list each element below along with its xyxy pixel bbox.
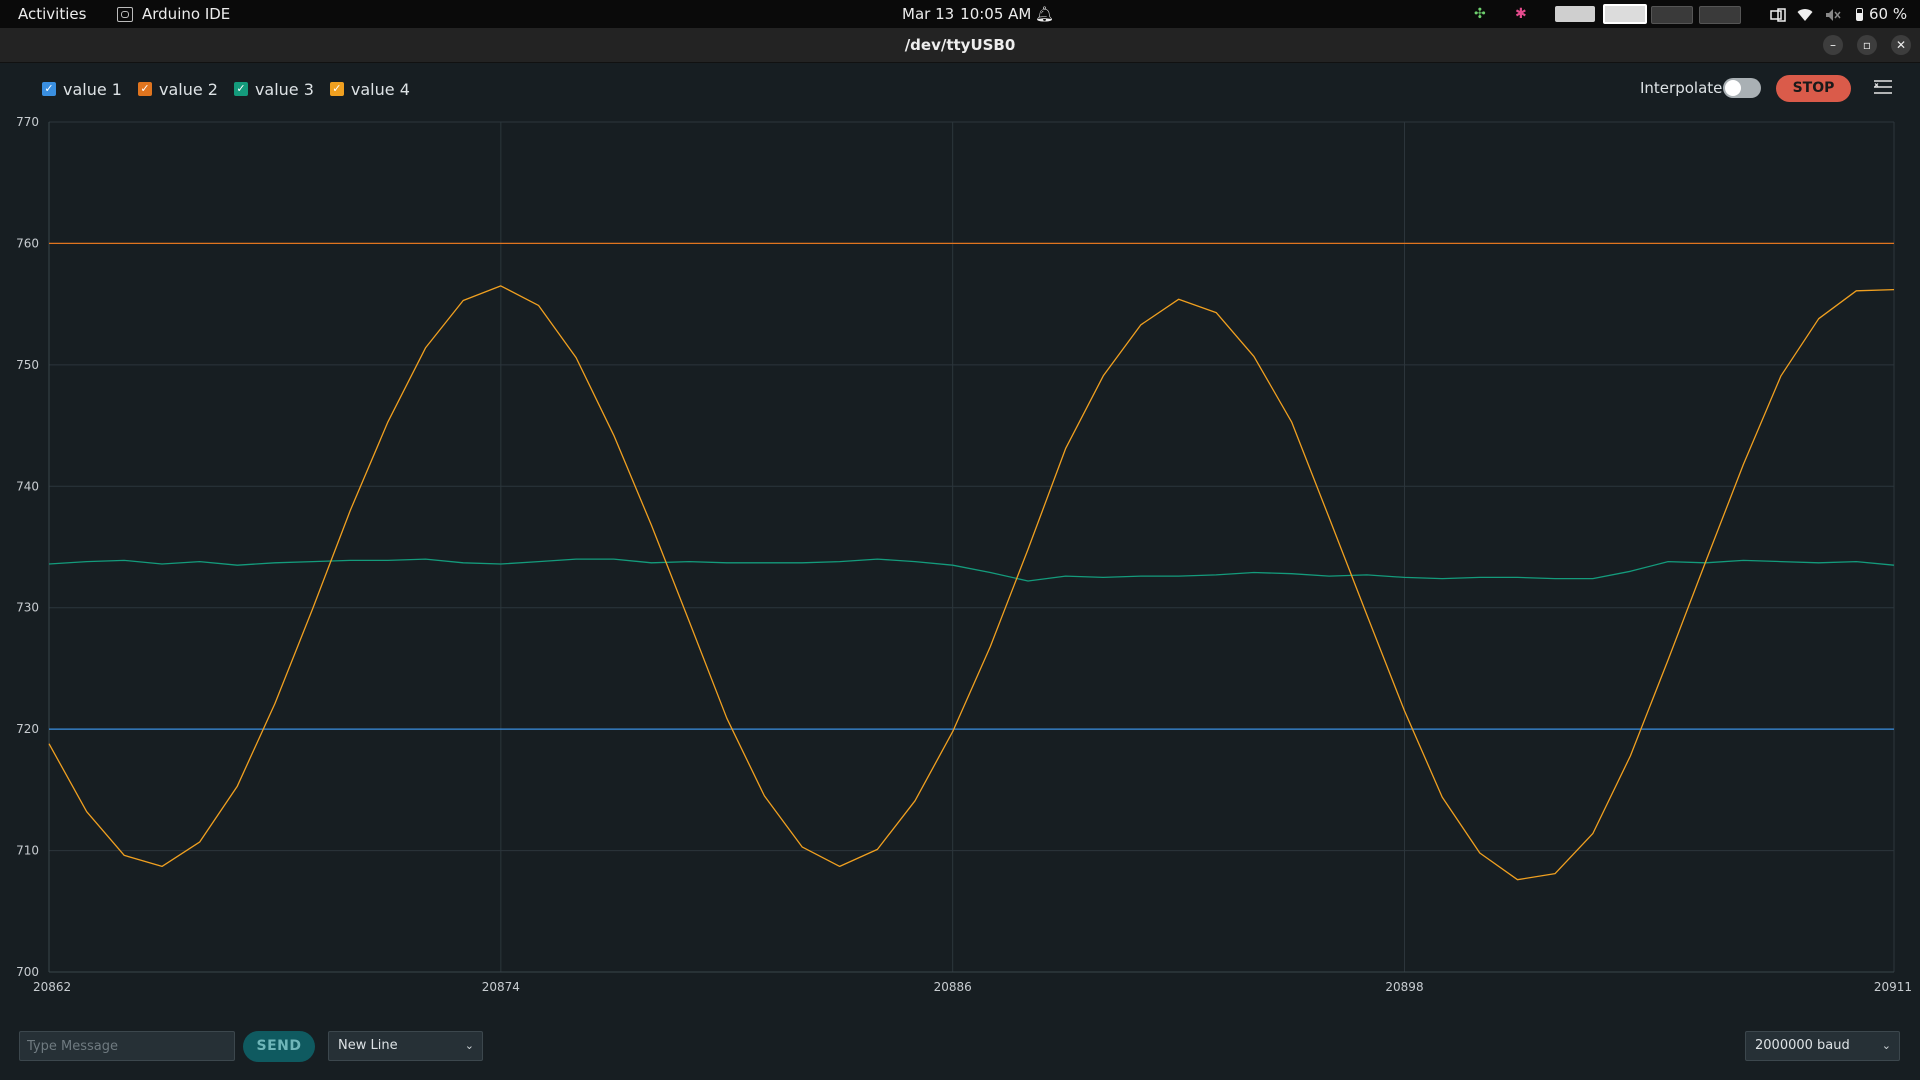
y-tick-label: 750	[16, 358, 39, 372]
clock-date: Mar 13	[902, 5, 955, 23]
legend-label: value 3	[254, 79, 314, 99]
wifi-icon[interactable]	[1797, 0, 1813, 28]
interpolate-toggle-knob	[1725, 80, 1741, 96]
y-tick-label: 730	[16, 601, 39, 615]
workspace-4[interactable]	[1699, 6, 1741, 24]
maximize-button[interactable]: ▫	[1857, 35, 1877, 55]
legend-checkbox[interactable]: ✓	[137, 82, 152, 96]
series-line-value-4	[48, 285, 1895, 881]
legend-item-value-1[interactable]: ✓ value 1	[42, 80, 122, 99]
legend-label: value 2	[158, 79, 218, 99]
y-tick-label: 710	[16, 844, 39, 858]
baud-rate-value: 2000000 baud	[1755, 1038, 1850, 1053]
workspace-1[interactable]	[1555, 6, 1595, 22]
app-menu[interactable]: Arduino IDE	[117, 0, 230, 28]
legend-label: value 1	[63, 79, 122, 99]
workspace-3[interactable]	[1651, 6, 1693, 24]
y-tick-label: 700	[16, 965, 39, 979]
system-top-bar: Activities Arduino IDE Mar 13 10:05 AM 🔔…	[0, 0, 1920, 28]
series-legend: ✓ value 1 ✓ value 2 ✓ value 3 ✓ value 4	[42, 78, 426, 100]
interpolate-label: Interpolate	[1640, 79, 1723, 97]
alarm-bell-icon: 🔔︎	[1035, 5, 1055, 23]
x-tick-label: 20911	[1874, 980, 1912, 994]
baud-rate-select[interactable]: 2000000 baud ⌄	[1745, 1031, 1900, 1061]
volume-muted-icon[interactable]	[1825, 0, 1841, 28]
window-title-bar[interactable]: /dev/ttyUSB0 – ▫ ✕	[0, 28, 1920, 63]
clock[interactable]: Mar 13 10:05 AM	[902, 0, 1031, 28]
slack-tray-icon[interactable]: ✱	[1515, 0, 1527, 28]
legend-label: value 4	[350, 79, 410, 99]
serial-plot[interactable]: 700 710 720 730 740 750 760 770 20862 20874 20886 2…	[0, 110, 1920, 1010]
legend-checkbox[interactable]: ✓	[233, 82, 248, 96]
battery-indicator[interactable]: 60 %	[1856, 0, 1907, 28]
stop-button[interactable]: STOP	[1776, 75, 1851, 102]
legend-checkbox[interactable]: ✓	[329, 82, 344, 96]
clock-time: 10:05 AM	[960, 5, 1032, 23]
interpolate-toggle[interactable]	[1723, 78, 1761, 98]
app-name: Arduino IDE	[142, 5, 231, 23]
y-tick-label: 740	[16, 479, 39, 493]
clear-list-icon[interactable]	[1873, 76, 1893, 100]
legend-checkbox[interactable]: ✓	[42, 82, 56, 96]
y-tick-label: 720	[16, 722, 39, 736]
minimize-button[interactable]: –	[1823, 35, 1843, 55]
line-ending-value: New Line	[338, 1038, 398, 1053]
close-button[interactable]: ✕	[1891, 35, 1911, 55]
message-input[interactable]	[19, 1031, 235, 1061]
battery-percent: 60 %	[1869, 5, 1908, 23]
activities-button[interactable]: Activities	[18, 0, 86, 28]
legend-item-value-4[interactable]: ✓ value 4	[329, 79, 410, 99]
x-tick-label: 20874	[482, 980, 520, 994]
x-tick-label: 20898	[1385, 980, 1423, 994]
battery-icon	[1856, 7, 1863, 21]
arduino-app-icon	[117, 6, 133, 22]
legend-item-value-2[interactable]: ✓ value 2	[137, 79, 218, 99]
tray-extension-icon[interactable]: ✣	[1474, 0, 1486, 28]
y-tick-label: 770	[16, 115, 39, 129]
chevron-down-icon: ⌄	[464, 1039, 474, 1052]
series-line-value-3	[48, 558, 1895, 582]
line-ending-select[interactable]: New Line ⌄	[328, 1031, 483, 1061]
x-tick-label: 20862	[33, 980, 71, 994]
send-button[interactable]: SEND	[243, 1031, 315, 1062]
workspace-2[interactable]	[1603, 4, 1647, 24]
y-tick-label: 760	[16, 236, 39, 250]
chevron-down-icon: ⌄	[1881, 1039, 1891, 1052]
x-tick-label: 20886	[934, 980, 972, 994]
legend-item-value-3[interactable]: ✓ value 3	[233, 79, 314, 99]
display-icon[interactable]	[1770, 0, 1786, 28]
window-title: /dev/ttyUSB0	[904, 36, 1016, 54]
